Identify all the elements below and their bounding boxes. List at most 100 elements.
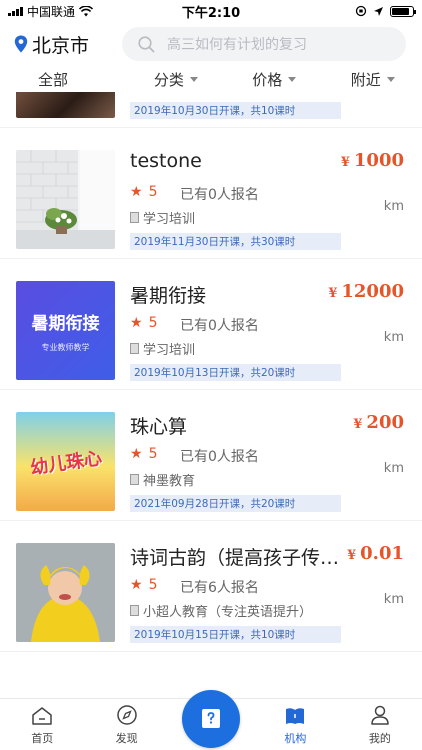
rating-value: 5	[148, 446, 158, 462]
currency-symbol: ¥	[328, 286, 338, 301]
book-icon	[130, 343, 139, 354]
rating: ★ 5	[130, 577, 157, 593]
carrier-label: 中国联通	[27, 4, 76, 19]
star-icon: ★	[130, 446, 143, 462]
status-left: 中国联通	[8, 3, 158, 20]
currency-symbol: ¥	[347, 548, 357, 563]
location-pin-icon	[14, 35, 28, 53]
organization: 神墨教育	[130, 470, 195, 489]
course-thumbnail: 暑期衔接 专业教师教学	[16, 281, 115, 380]
compass-icon	[116, 705, 137, 725]
rating-value: 5	[148, 577, 158, 593]
enrolled-count: 已有0人报名	[180, 318, 259, 334]
currency-symbol: ¥	[353, 417, 363, 432]
rating: ★ 5	[130, 315, 157, 331]
schedule-tag: 2019年11月30日开课，共30课时	[130, 233, 341, 250]
tab-discover[interactable]: 发现	[84, 699, 168, 750]
star-icon: ★	[130, 577, 143, 593]
orientation-lock-icon	[355, 5, 367, 17]
status-bar: 中国联通 下午2:10	[0, 0, 422, 22]
thumbnail-subtitle: 专业教师教学	[41, 342, 90, 352]
organization-name: 小超人教育（专注英语提升）	[143, 605, 313, 620]
user-icon	[371, 705, 389, 725]
course-title: 诗词古韵（提高孩子传…	[130, 547, 340, 569]
filter-label: 全部	[38, 70, 69, 89]
distance: km	[383, 461, 404, 476]
distance: km	[383, 330, 404, 345]
course-price: ¥0.01	[347, 543, 404, 564]
location-arrow-icon	[374, 6, 383, 16]
course-thumbnail	[16, 150, 115, 249]
filter-label: 价格	[252, 70, 283, 89]
rating-value: 5	[148, 315, 158, 331]
city-label: 北京市	[32, 34, 90, 57]
star-icon: ★	[130, 315, 143, 331]
currency-symbol: ¥	[340, 155, 350, 170]
dropdown-arrow-icon	[189, 76, 198, 82]
thumbnail-title: 暑期衔接	[31, 313, 100, 334]
schedule-tag: 2019年10月30日开课，共10课时	[130, 102, 341, 119]
tab-institutions[interactable]: 机构	[253, 699, 337, 750]
book-icon	[130, 474, 139, 485]
organization-name: 学习培训	[143, 212, 196, 227]
organization: 学习培训	[130, 339, 195, 358]
course-thumbnail: 幼儿珠心	[16, 412, 115, 511]
search-bar[interactable]: 高三如何有计划的复习	[122, 27, 406, 61]
tab-label: 首页	[31, 732, 54, 745]
thumbnail-title: 幼儿珠心	[28, 447, 103, 479]
header: 北京市 高三如何有计划的复习	[0, 24, 422, 64]
schedule-tag: 2021年09月28日开课，共20课时	[130, 495, 341, 512]
filter-category[interactable]: 分类	[127, 66, 225, 92]
filter-nearby[interactable]: 附近	[324, 66, 422, 92]
status-right	[264, 5, 416, 17]
course-thumbnail	[16, 92, 115, 118]
rating-value: 5	[148, 184, 158, 200]
filter-all[interactable]: 全部	[0, 66, 127, 92]
wifi-icon	[79, 5, 94, 16]
room-photo-image	[16, 150, 115, 249]
schedule-tag: 2019年10月15日开课，共10课时	[130, 626, 341, 643]
ask-question-button[interactable]	[182, 690, 240, 748]
child-photo-image	[16, 543, 115, 642]
course-title: testone	[130, 150, 202, 172]
course-card[interactable]: 诗词古韵（提高孩子传… ¥0.01 ★ 5 已有6人报名 km 小超人教育（专注英…	[0, 521, 422, 652]
course-list[interactable]: 2019年10月30日开课，共10课时 testone ¥ 1000 ★ 5 已…	[0, 92, 422, 698]
filter-price[interactable]: 价格	[225, 66, 323, 92]
course-price: ¥200	[353, 412, 404, 433]
distance: km	[383, 592, 404, 607]
course-price: ¥1000	[341, 150, 404, 171]
tab-label: 我的	[368, 732, 391, 745]
city-selector[interactable]: 北京市	[0, 31, 122, 58]
filter-label: 分类	[153, 70, 184, 89]
status-time: 下午2:10	[181, 5, 241, 21]
rating: ★ 5	[130, 184, 157, 200]
battery-icon	[390, 5, 416, 17]
enrolled-count: 已有0人报名	[180, 449, 259, 465]
course-card[interactable]: testone ¥1000 ★ 5 已有0人报名 km 学习培训 2019年11月…	[0, 128, 422, 259]
price-value: 0.01	[360, 543, 404, 564]
price-value: 1000	[353, 150, 404, 171]
tab-profile[interactable]: 我的	[338, 699, 422, 750]
book-icon	[286, 708, 305, 724]
rating: ★ 5	[130, 446, 157, 462]
enrolled-count: 已有6人报名	[180, 580, 259, 596]
tab-home[interactable]: 首页	[0, 699, 84, 750]
question-book-icon	[202, 709, 220, 728]
book-icon	[130, 212, 139, 223]
dropdown-arrow-icon	[386, 76, 395, 82]
price-value: 12000	[341, 281, 404, 302]
distance: km	[383, 199, 404, 214]
dropdown-arrow-icon	[288, 76, 297, 82]
course-card[interactable]: 2019年10月30日开课，共10课时	[0, 92, 422, 128]
course-thumbnail	[16, 543, 115, 642]
tab-label: 发现	[115, 732, 138, 745]
organization: 小超人教育（专注英语提升）	[130, 601, 312, 620]
star-icon: ★	[130, 184, 143, 200]
organization-name: 学习培训	[143, 343, 196, 358]
price-value: 200	[366, 412, 404, 433]
course-card[interactable]: 幼儿珠心 珠心算 ¥200 ★ 5 已有0人报名 km 神墨教育 2021年09月…	[0, 390, 422, 521]
course-title: 暑期衔接	[130, 285, 207, 307]
search-placeholder: 高三如何有计划的复习	[167, 37, 307, 53]
course-card[interactable]: 暑期衔接 专业教师教学 暑期衔接 ¥12000 ★ 5 已有0人报名 km 学习培…	[0, 259, 422, 390]
signal-icon	[8, 6, 23, 16]
